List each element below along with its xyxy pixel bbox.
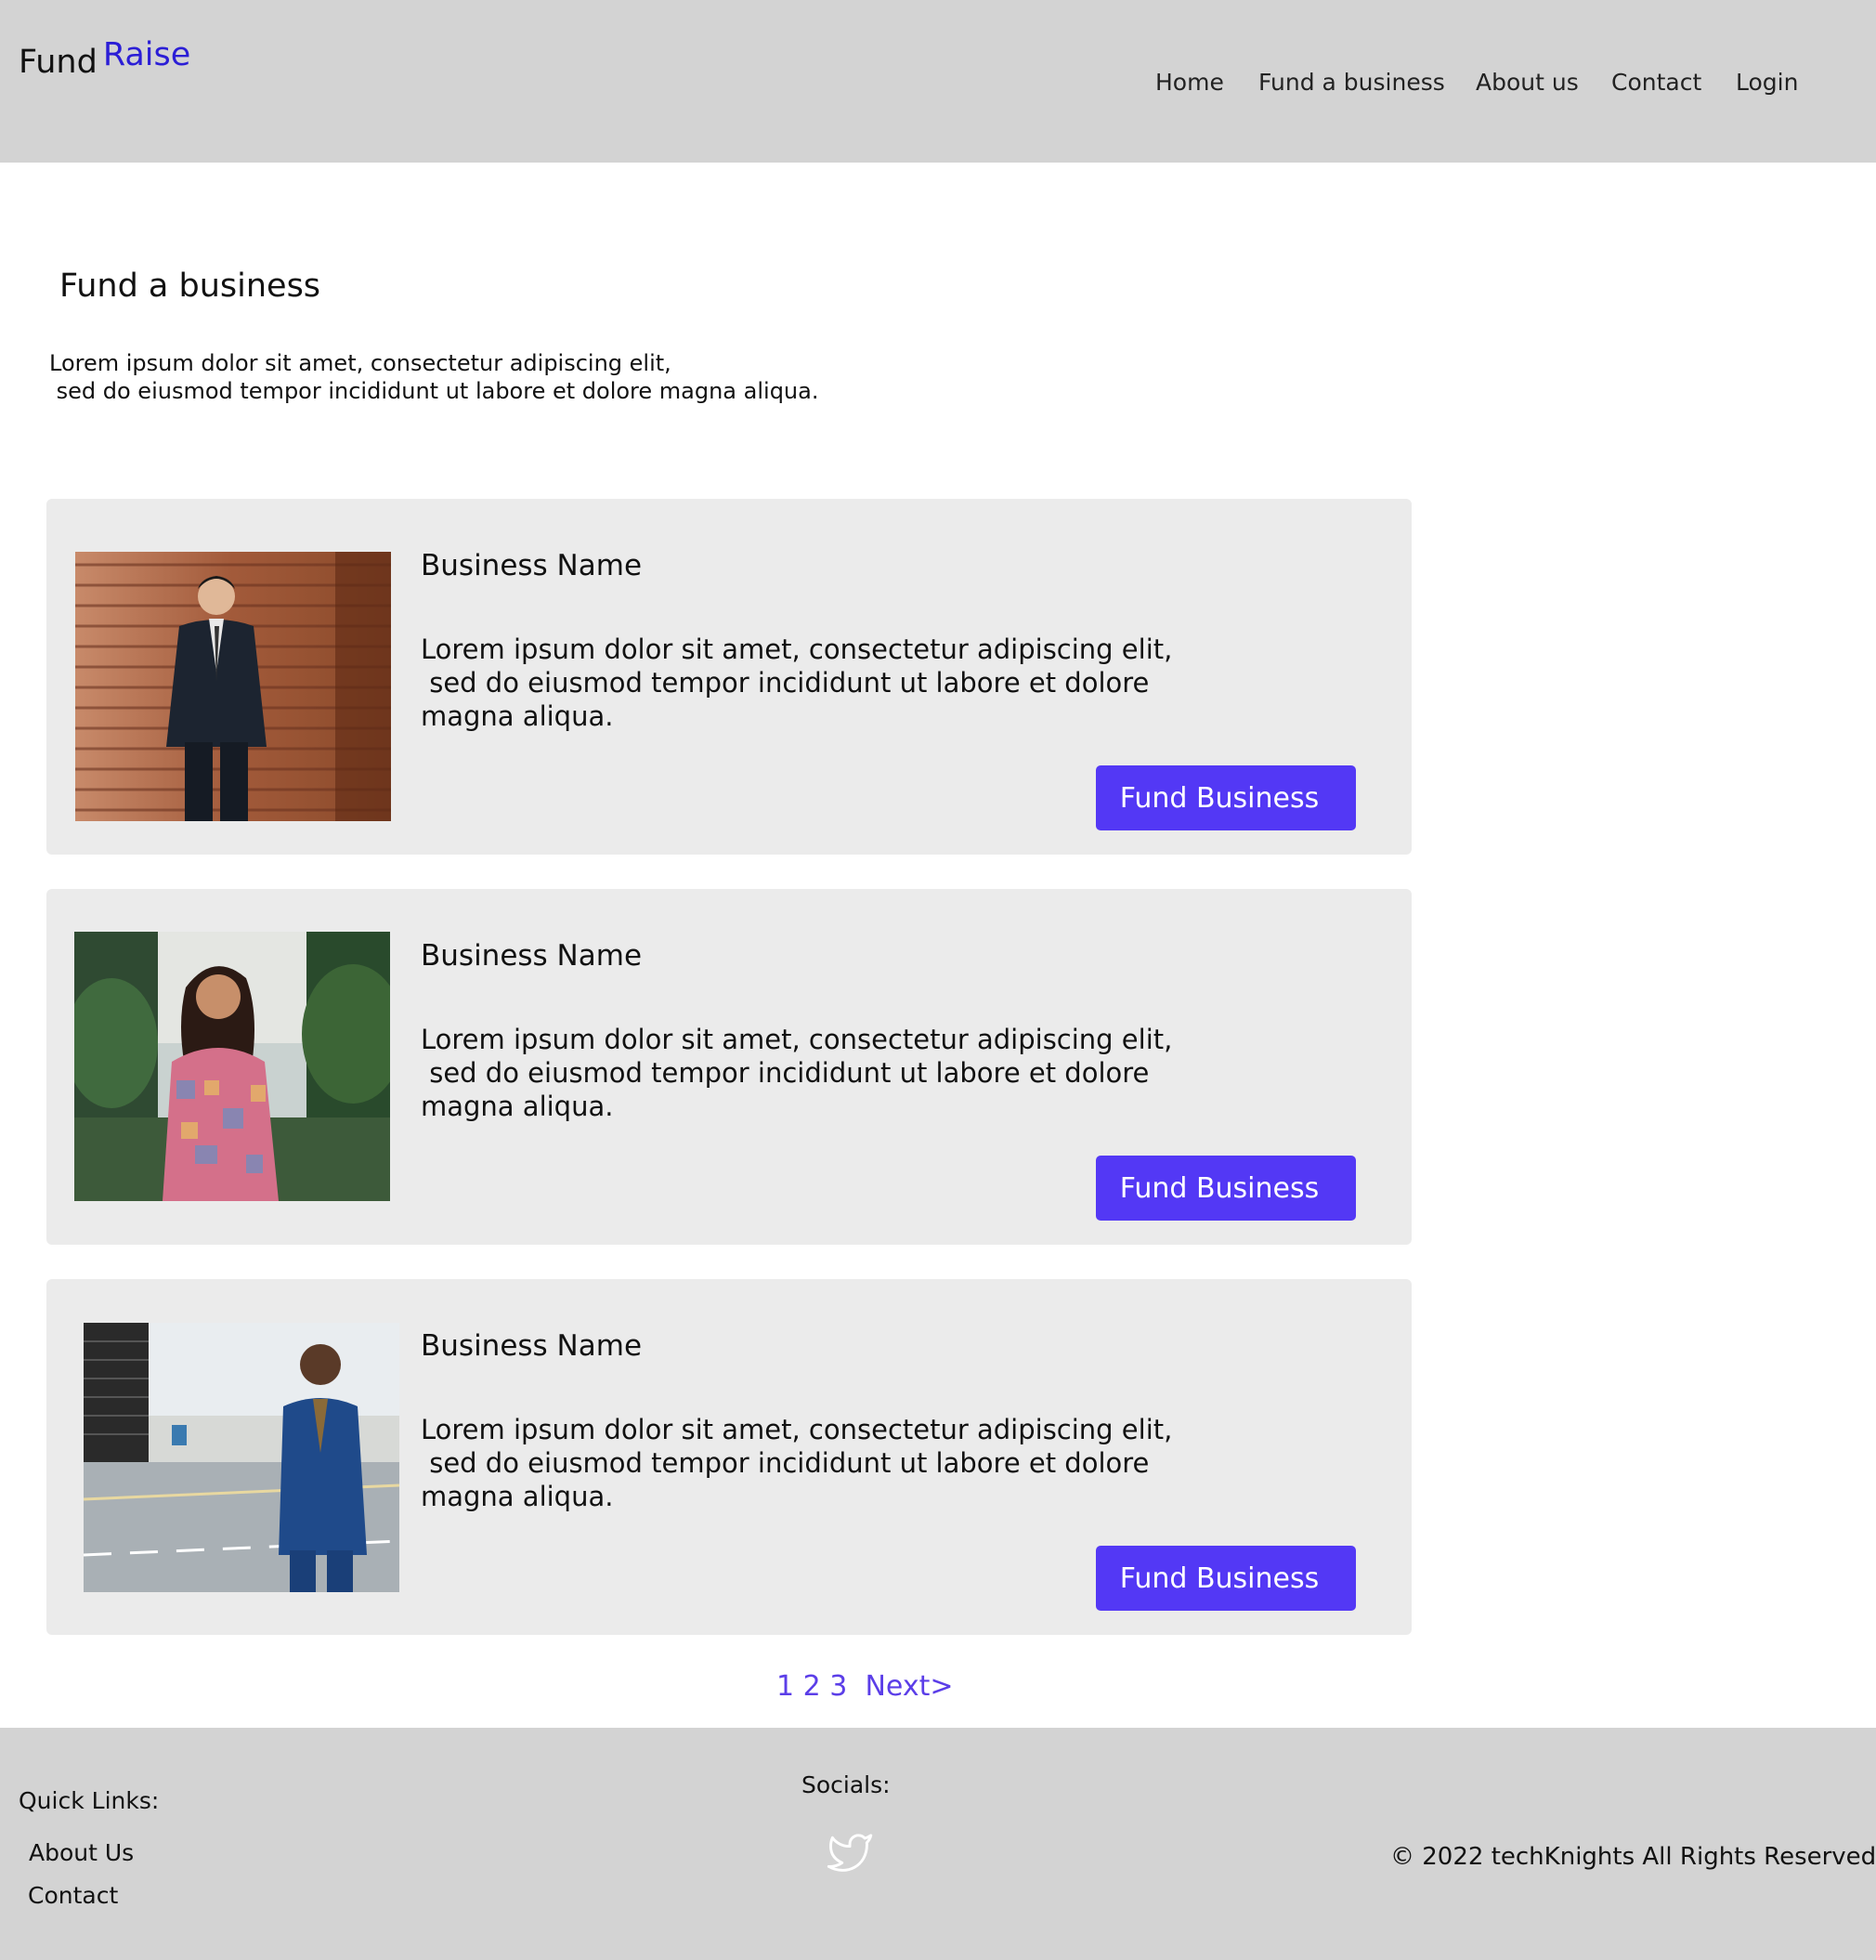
- business-name: Business Name: [421, 549, 643, 582]
- socials-title: Socials:: [801, 1771, 891, 1798]
- twitter-icon[interactable]: [823, 1832, 873, 1875]
- business-card: Business Name Lorem ipsum dolor sit amet…: [46, 1279, 1412, 1635]
- intro-text: Lorem ipsum dolor sit amet, consectetur …: [49, 350, 819, 404]
- business-photo: [84, 1323, 399, 1592]
- nav-about-us[interactable]: About us: [1476, 69, 1579, 96]
- site-header: Fund Raise Home Fund a business About us …: [0, 0, 1876, 163]
- business-name: Business Name: [421, 1329, 643, 1363]
- logo-word-raise: Raise: [102, 36, 191, 73]
- nav-home[interactable]: Home: [1155, 69, 1224, 96]
- business-description: Lorem ipsum dolor sit amet, consectetur …: [421, 634, 1173, 732]
- copyright-text: © 2022 techKnights All Rights Reserved: [1390, 1843, 1876, 1871]
- quick-links-title: Quick Links:: [19, 1787, 160, 1814]
- nav-login[interactable]: Login: [1736, 69, 1798, 96]
- fund-business-button[interactable]: Fund Business: [1096, 765, 1356, 830]
- page-link-2[interactable]: 2: [803, 1670, 821, 1703]
- page-link-3[interactable]: 3: [829, 1670, 847, 1703]
- footer-link-about-us[interactable]: About Us: [29, 1839, 134, 1866]
- business-name: Business Name: [421, 939, 643, 973]
- page-link-1[interactable]: 1: [776, 1670, 794, 1703]
- logo-word-fund: Fund: [19, 44, 98, 81]
- business-card: Business Name Lorem ipsum dolor sit amet…: [46, 889, 1412, 1245]
- site-footer: Quick Links: About Us Contact Socials: ©…: [0, 1728, 1876, 1960]
- logo[interactable]: Fund Raise: [19, 39, 190, 81]
- business-photo: [75, 552, 391, 821]
- next-page-link[interactable]: Next>: [865, 1670, 953, 1703]
- fund-business-button[interactable]: Fund Business: [1096, 1156, 1356, 1221]
- business-description: Lorem ipsum dolor sit amet, consectetur …: [421, 1024, 1173, 1122]
- nav-fund-a-business[interactable]: Fund a business: [1258, 69, 1445, 96]
- business-photo: [74, 932, 390, 1201]
- business-description: Lorem ipsum dolor sit amet, consectetur …: [421, 1414, 1173, 1512]
- page-title: Fund a business: [59, 268, 321, 305]
- fund-business-button[interactable]: Fund Business: [1096, 1546, 1356, 1611]
- business-card: Business Name Lorem ipsum dolor sit amet…: [46, 499, 1412, 855]
- footer-link-contact[interactable]: Contact: [28, 1882, 118, 1909]
- nav-contact[interactable]: Contact: [1611, 69, 1701, 96]
- pagination: 1 2 3 Next>: [776, 1670, 953, 1703]
